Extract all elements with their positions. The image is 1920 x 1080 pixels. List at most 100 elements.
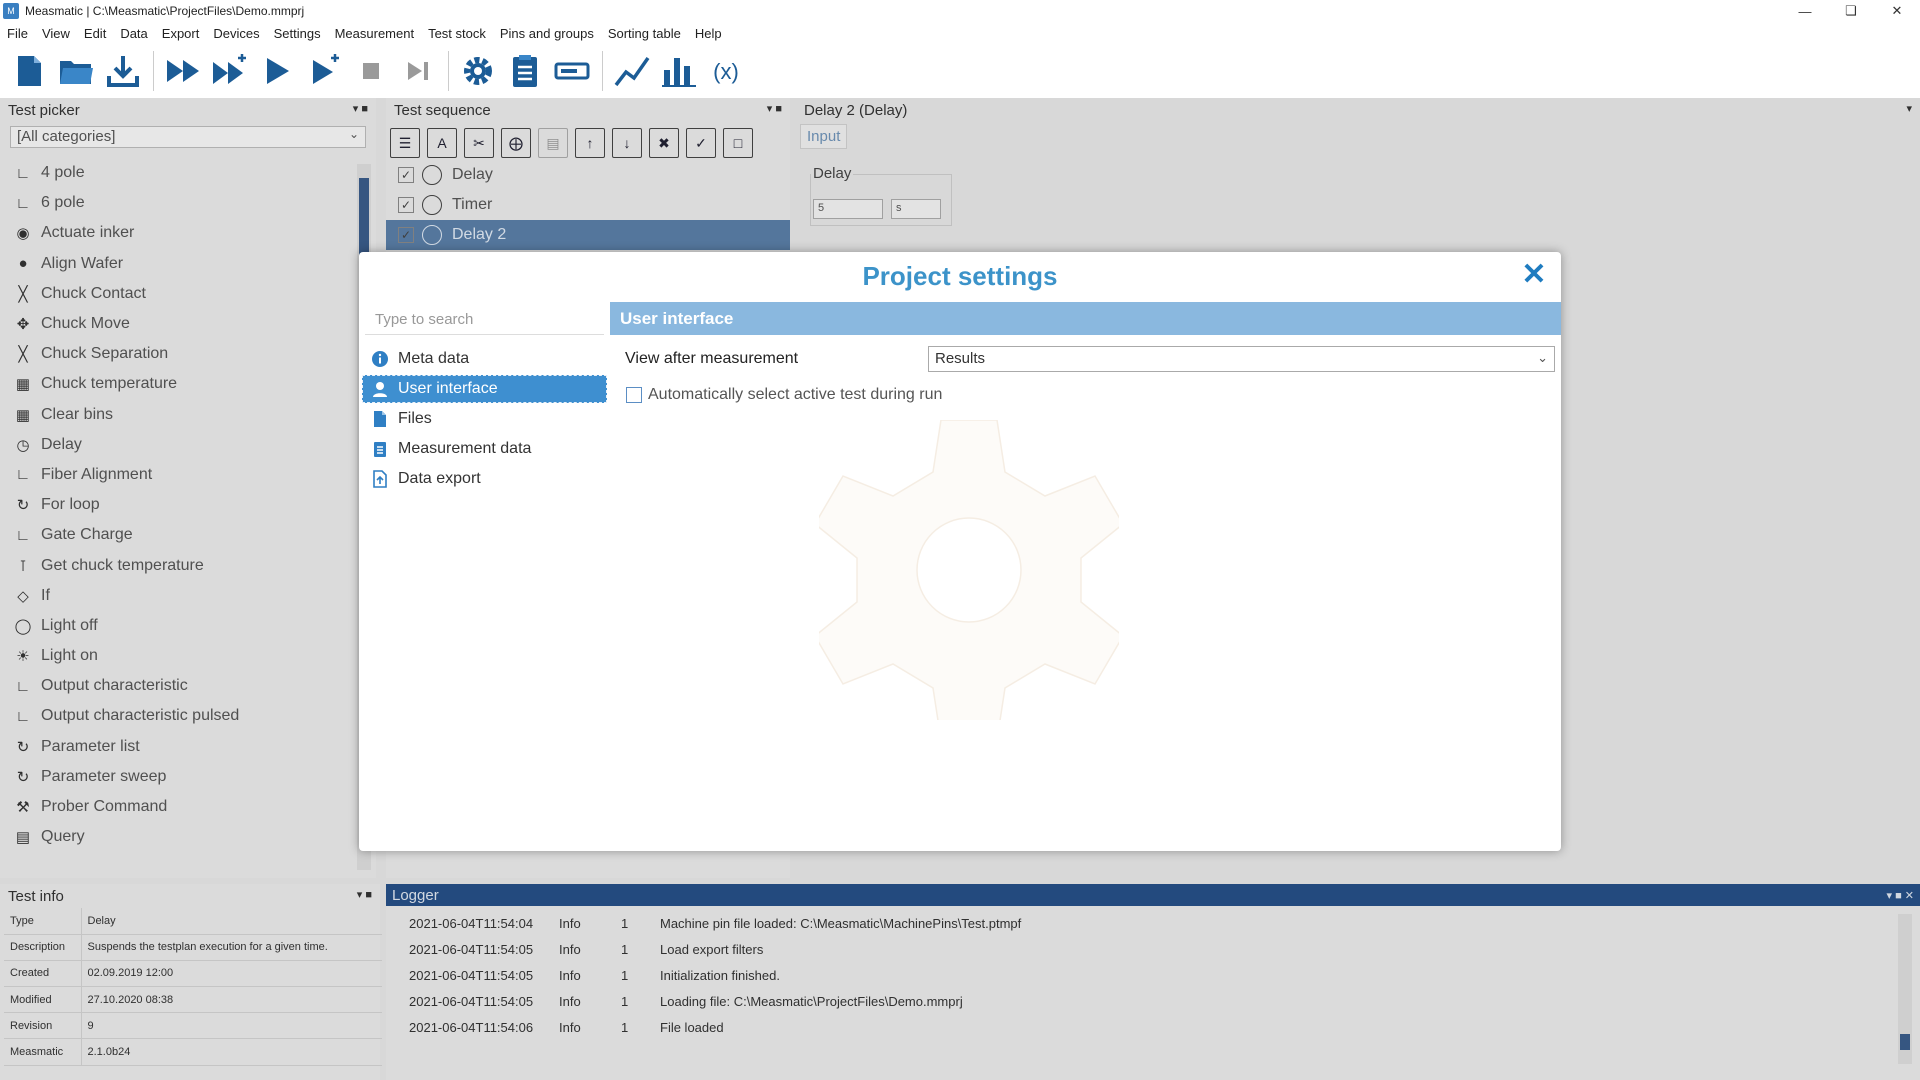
- logger-scrollbar[interactable]: [1898, 914, 1912, 1064]
- list-item[interactable]: ╳ Chuck Separation: [12, 339, 340, 369]
- menu-test-stock[interactable]: Test stock: [421, 26, 493, 41]
- clipboard-icon[interactable]: [504, 50, 546, 92]
- list-item[interactable]: ◉ Actuate inker: [12, 218, 340, 248]
- menu-file[interactable]: File: [0, 26, 35, 41]
- nav-item-label: Data export: [398, 470, 481, 487]
- fast-forward-icon[interactable]: [162, 50, 204, 92]
- list-item[interactable]: ∟ 4 pole: [12, 158, 340, 188]
- sequence-row[interactable]: ✓ Timer: [386, 190, 790, 220]
- category-select[interactable]: [All categories] ⌄: [10, 126, 366, 148]
- list-item[interactable]: ⚒ Prober Command: [12, 792, 340, 822]
- list-item[interactable]: ↻ For loop: [12, 490, 340, 520]
- menu-help[interactable]: Help: [688, 26, 729, 41]
- list-item[interactable]: ∟ Gate Charge: [12, 520, 340, 550]
- menu-data[interactable]: Data: [113, 26, 154, 41]
- list-item[interactable]: ∟ Fiber Alignment: [12, 460, 340, 490]
- toolbar-separator: [153, 51, 154, 91]
- list-item[interactable]: ▦ Chuck temperature: [12, 369, 340, 399]
- pin-icon[interactable]: ▾ ■: [357, 888, 372, 901]
- menu-settings[interactable]: Settings: [267, 26, 328, 41]
- nav-item-meta-data[interactable]: Meta data: [362, 345, 607, 373]
- paste-icon[interactable]: ▤: [538, 128, 568, 158]
- scrollbar-thumb[interactable]: [1900, 1034, 1910, 1050]
- list-item[interactable]: ● Align Wafer: [12, 249, 340, 279]
- arrow-up-icon[interactable]: ↑: [575, 128, 605, 158]
- settings-search-input[interactable]: Type to search: [365, 301, 604, 335]
- sequence-row-selected[interactable]: ✓ Delay 2: [386, 220, 790, 250]
- chevron-down-icon[interactable]: ▾: [1906, 102, 1912, 115]
- list-item[interactable]: ∟ 6 pole: [12, 188, 340, 218]
- menu-pins-and-groups[interactable]: Pins and groups: [493, 26, 601, 41]
- log-timestamp: 2021-06-04T11:54:04: [409, 915, 534, 931]
- rename-icon[interactable]: A: [427, 128, 457, 158]
- menu-view[interactable]: View: [35, 26, 77, 41]
- list-item[interactable]: ⊺ Get chuck temperature: [12, 550, 340, 580]
- cut-icon[interactable]: ✂: [464, 128, 494, 158]
- new-file-icon[interactable]: [8, 50, 50, 92]
- play-plus-icon[interactable]: [303, 50, 345, 92]
- list-item[interactable]: ◇ If: [12, 581, 340, 611]
- delete-icon[interactable]: ✖: [649, 128, 679, 158]
- row-checkbox[interactable]: ✓: [398, 197, 414, 213]
- download-icon[interactable]: [102, 50, 144, 92]
- list-item-label: Clear bins: [41, 405, 114, 423]
- delay-value-input[interactable]: 5: [813, 199, 883, 219]
- line-chart-icon[interactable]: [611, 50, 653, 92]
- list-item-label: Light on: [41, 647, 98, 665]
- stop-icon[interactable]: [350, 50, 392, 92]
- checkbox-box[interactable]: [626, 387, 642, 403]
- nav-item-user-interface[interactable]: User interface: [362, 375, 607, 403]
- gear-icon[interactable]: [457, 50, 499, 92]
- fast-forward-plus-icon[interactable]: [209, 50, 251, 92]
- list-item[interactable]: ╳ Chuck Contact: [12, 279, 340, 309]
- menu-devices[interactable]: Devices: [206, 26, 266, 41]
- row-checkbox[interactable]: ✓: [398, 227, 414, 243]
- export-icon: [371, 470, 389, 488]
- list-item[interactable]: ◯ Light off: [12, 611, 340, 641]
- restore-button[interactable]: ❏: [1828, 0, 1874, 22]
- close-window-button[interactable]: ✕: [1874, 0, 1920, 22]
- menu-edit[interactable]: Edit: [77, 26, 113, 41]
- auto-select-active-test-checkbox[interactable]: Automatically select active test during …: [626, 386, 942, 404]
- chart-icon: ∟: [15, 194, 31, 212]
- tab-input[interactable]: Input: [800, 124, 848, 149]
- row-checkbox[interactable]: ✓: [398, 167, 414, 183]
- duplicate-icon[interactable]: ⨁: [501, 128, 531, 158]
- play-icon[interactable]: [256, 50, 298, 92]
- list-item[interactable]: ↻ Parameter sweep: [12, 762, 340, 792]
- delay-unit-select[interactable]: s: [891, 199, 941, 219]
- check-all-icon[interactable]: ✓: [686, 128, 716, 158]
- nav-item-data-export[interactable]: Data export: [362, 465, 607, 493]
- arrow-down-icon[interactable]: ↓: [612, 128, 642, 158]
- pin-close-icon[interactable]: ▾ ■ ✕: [1887, 889, 1915, 902]
- list-item[interactable]: ▦ Clear bins: [12, 400, 340, 430]
- panel-title: Test sequence: [394, 101, 491, 119]
- device-icon[interactable]: [551, 50, 593, 92]
- menu-export[interactable]: Export: [155, 26, 207, 41]
- view-after-measurement-select[interactable]: Results ⌄: [928, 346, 1555, 372]
- list-item-label: Chuck Contact: [41, 284, 146, 302]
- pin-icon[interactable]: ▾ ■: [767, 102, 782, 115]
- close-icon[interactable]: ✕: [1521, 260, 1547, 290]
- step-end-icon[interactable]: [397, 50, 439, 92]
- sequence-row[interactable]: ✓ Delay: [386, 160, 790, 190]
- list-item[interactable]: ✥ Chuck Move: [12, 309, 340, 339]
- open-folder-icon[interactable]: [55, 50, 97, 92]
- log-timestamp: 2021-06-04T11:54:05: [409, 941, 534, 957]
- variable-icon[interactable]: (x): [705, 50, 747, 92]
- pin-icon[interactable]: ▾ ■: [353, 102, 368, 115]
- nav-item-files[interactable]: Files: [362, 405, 607, 433]
- uncheck-all-icon[interactable]: □: [723, 128, 753, 158]
- nav-item-measurement-data[interactable]: Measurement data: [362, 435, 607, 463]
- list-item[interactable]: ∟ Output characteristic: [12, 671, 340, 701]
- list-item[interactable]: ▤ Query: [12, 822, 340, 852]
- list-item[interactable]: ↻ Parameter list: [12, 732, 340, 762]
- menu-measurement[interactable]: Measurement: [328, 26, 421, 41]
- list-item[interactable]: ∟ Output characteristic pulsed: [12, 701, 340, 731]
- bar-chart-icon[interactable]: [658, 50, 700, 92]
- list-item[interactable]: ☀ Light on: [12, 641, 340, 671]
- list-icon[interactable]: ☰: [390, 128, 420, 158]
- list-item[interactable]: ◷ Delay: [12, 430, 340, 460]
- minimize-button[interactable]: —: [1782, 0, 1828, 22]
- menu-sorting-table[interactable]: Sorting table: [601, 26, 688, 41]
